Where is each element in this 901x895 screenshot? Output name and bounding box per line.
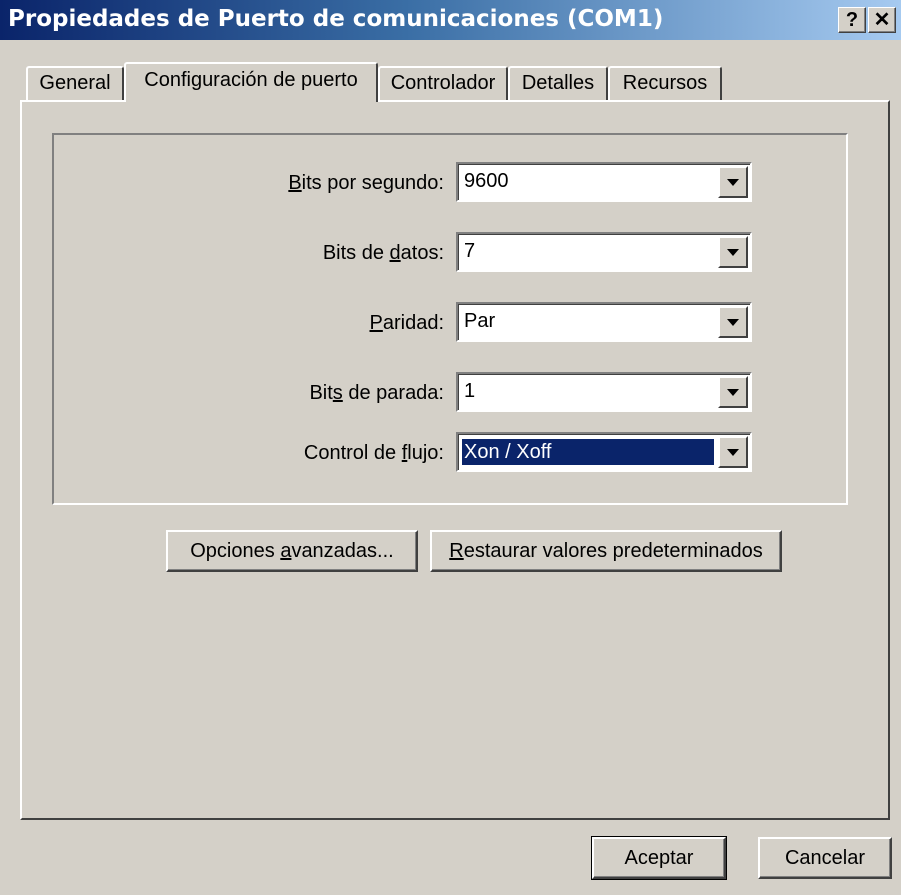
- chevron-down-icon[interactable]: [718, 236, 748, 268]
- chevron-down-icon[interactable]: [718, 376, 748, 408]
- tab-details[interactable]: Detalles: [508, 66, 608, 100]
- label-text: atos:: [400, 242, 444, 264]
- tab-driver[interactable]: Controlador: [378, 66, 508, 100]
- label-text: its por segundo:: [301, 172, 444, 194]
- restore-defaults-button[interactable]: Restaurar valores predeterminados: [430, 530, 782, 572]
- chevron-down-icon[interactable]: [718, 306, 748, 338]
- ok-button[interactable]: Aceptar: [591, 836, 727, 880]
- parity-label: Paridad:: [370, 312, 445, 335]
- label-text: de parada:: [342, 382, 444, 404]
- stop-bits-select[interactable]: 1: [456, 372, 752, 412]
- window-title: Propiedades de Puerto de comunicaciones …: [8, 6, 664, 32]
- parity-select[interactable]: Par: [456, 302, 752, 342]
- chevron-down-icon[interactable]: [718, 436, 748, 468]
- stop-bits-value: 1: [464, 380, 476, 402]
- data-bits-label: Bits de datos:: [323, 242, 444, 265]
- button-text: vanzadas...: [291, 540, 394, 562]
- properties-dialog: Propiedades de Puerto de comunicaciones …: [0, 0, 901, 895]
- bits-per-second-select[interactable]: 9600: [456, 162, 752, 202]
- flow-control-label: Control de flujo:: [304, 442, 444, 465]
- chevron-down-icon[interactable]: [718, 166, 748, 198]
- tab-resources[interactable]: Recursos: [608, 66, 722, 100]
- data-bits-select[interactable]: 7: [456, 232, 752, 272]
- cancel-button[interactable]: Cancelar: [758, 837, 892, 879]
- parity-value: Par: [464, 310, 496, 332]
- button-text: estaurar valores predeterminados: [463, 540, 763, 562]
- label-text: Bit: [309, 382, 333, 404]
- label-accesskey: B: [288, 172, 302, 194]
- label-text: aridad:: [382, 312, 444, 334]
- button-accesskey: R: [449, 540, 464, 562]
- label-accesskey: d: [389, 242, 401, 264]
- button-accesskey: a: [280, 540, 292, 562]
- close-button[interactable]: ✕: [868, 7, 896, 33]
- help-button[interactable]: ?: [838, 7, 866, 33]
- title-bar[interactable]: Propiedades de Puerto de comunicaciones …: [0, 0, 901, 40]
- advanced-options-button[interactable]: Opciones avanzadas...: [166, 530, 418, 572]
- flow-control-value: Xon / Xoff: [462, 439, 714, 465]
- label-text: Control de: [303, 442, 402, 464]
- data-bits-value: 7: [464, 240, 476, 262]
- tab-general[interactable]: General: [26, 66, 124, 100]
- stop-bits-label: Bits de parada:: [309, 382, 444, 405]
- bits-per-second-label: Bits por segundo:: [288, 172, 444, 195]
- label-text: Bits de: [322, 242, 390, 264]
- label-accesskey: s: [332, 382, 343, 404]
- label-accesskey: P: [369, 312, 383, 334]
- button-text: Opciones: [190, 540, 281, 562]
- tab-port-settings[interactable]: Configuración de puerto: [124, 62, 378, 102]
- bits-per-second-value: 9600: [464, 170, 509, 192]
- label-text: lujo:: [407, 442, 444, 464]
- flow-control-select[interactable]: Xon / Xoff: [456, 432, 752, 472]
